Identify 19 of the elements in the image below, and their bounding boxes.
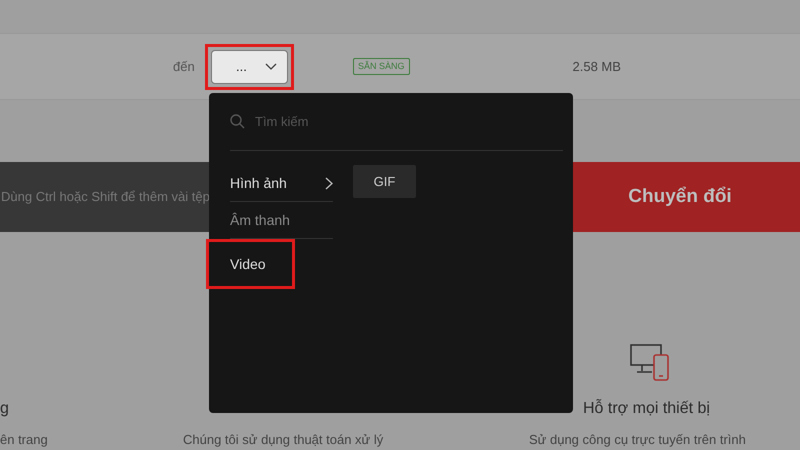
devices-icon <box>630 344 670 382</box>
category-item[interactable]: Âm thanh <box>230 202 333 239</box>
search-icon <box>230 114 245 129</box>
category-item[interactable]: Hình ảnh <box>230 165 333 202</box>
format-dropdown[interactable]: ... <box>211 50 288 84</box>
search-field[interactable]: Tìm kiếm <box>253 110 513 132</box>
caret-icon <box>265 63 277 70</box>
category-item[interactable]: Video <box>230 246 290 282</box>
status-badge: SẴN SÀNG <box>353 58 410 76</box>
to-label: đến <box>173 58 196 76</box>
chevron-right-icon <box>325 176 333 190</box>
feature-description: Chúng tôi sử dụng thuật toán xử lý <box>183 432 384 447</box>
feature-heading: Hỗ trợ mọi thiết bị <box>583 400 710 417</box>
hint-text: Dùng Ctrl hoặc Shift để thêm vài tệp <box>1 188 210 206</box>
feature-description: ên trang <box>0 432 48 447</box>
feature-heading: g <box>0 400 9 417</box>
feature-description: Sử dụng công cụ trực tuyến trên trình <box>529 432 746 447</box>
file-size: 2.58 MB <box>572 58 621 76</box>
format-option[interactable]: GIF <box>353 165 416 198</box>
